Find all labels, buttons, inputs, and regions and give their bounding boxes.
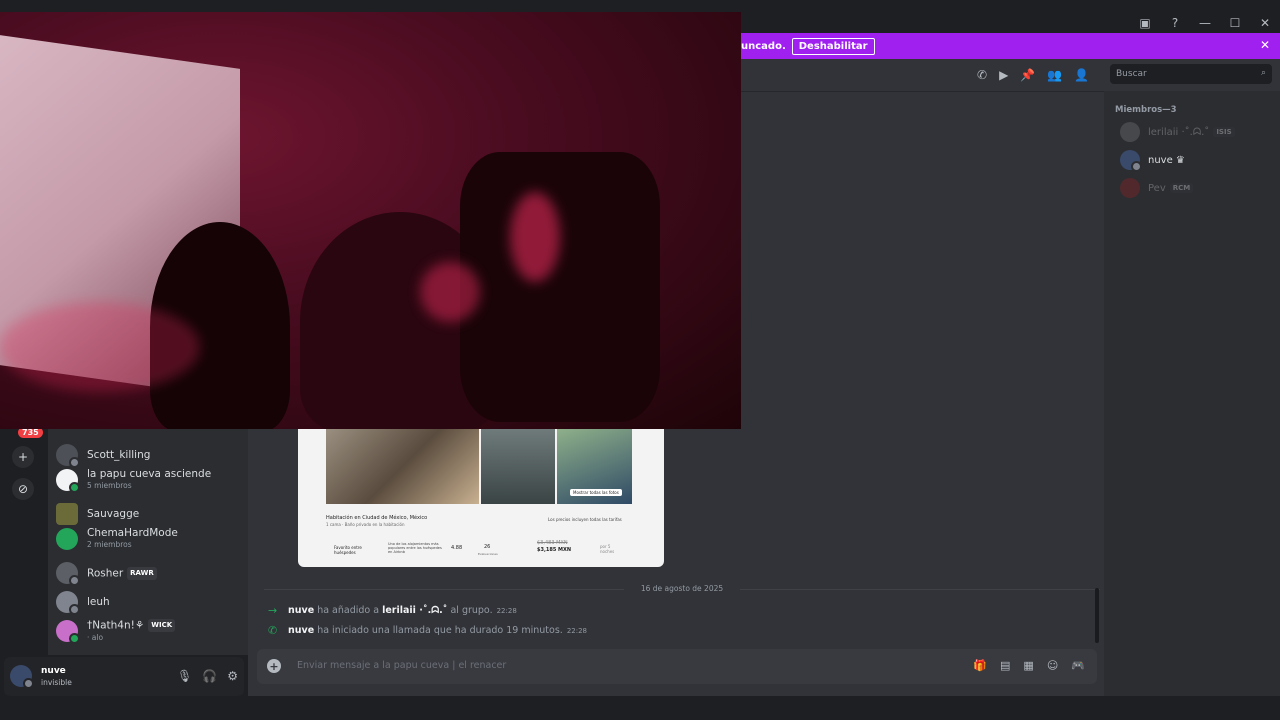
phone-icon: ✆ [268, 624, 278, 637]
screen-share-icon[interactable]: ▣ [1130, 16, 1160, 30]
message-composer[interactable]: + Enviar mensaje a la papu cueva | el re… [257, 649, 1097, 684]
date-divider: 16 de agosto de 2025 [264, 584, 1100, 593]
search-input[interactable]: Buscar ⌕ [1110, 64, 1272, 84]
call-icon[interactable]: ✆ [977, 68, 987, 82]
gear-icon[interactable]: ⚙ [227, 669, 238, 683]
search-icon: ⌕ [1260, 68, 1266, 78]
avatar [56, 591, 80, 615]
video-icon[interactable]: ▶ [999, 68, 1008, 82]
banner-text: uncado. [741, 40, 786, 52]
discord-app: ▣ ? — ☐ ✕ uncado. Deshabilitar ✕ + ⊘ 735… [0, 0, 1280, 720]
disable-button[interactable]: Deshabilitar [791, 37, 875, 55]
avatar [1120, 122, 1140, 142]
system-message: ✆ nuve ha iniciado una llamada que ha du… [268, 624, 587, 637]
list-item[interactable]: leuh [56, 589, 246, 615]
maximize-icon[interactable]: ☐ [1220, 16, 1250, 30]
member-item[interactable]: nuve ♛ [1120, 148, 1185, 172]
video-glow [0, 302, 200, 392]
avatar [56, 469, 80, 493]
avatar [56, 444, 80, 468]
member-list: Miembros—3 lerilaii ·˚.ᗣ.˚ ISIS nuve ♛ Pe… [1104, 91, 1280, 696]
video-glow [510, 192, 560, 282]
chat-header: ✆ ▶ 📌 👥 👤 Buscar ⌕ [741, 59, 1280, 92]
gif-icon[interactable]: ▤ [1000, 659, 1010, 672]
user-name: nuve [41, 666, 66, 676]
guild-tag: RAWR [127, 566, 157, 580]
apps-icon[interactable]: 🎮 [1071, 659, 1085, 672]
avatar [56, 528, 78, 550]
list-item[interactable]: la papu cueva asciende 5 miembros [56, 467, 246, 493]
camera-video-overlay[interactable] [0, 12, 741, 429]
avatar [56, 562, 80, 586]
member-item[interactable]: lerilaii ·˚.ᗣ.˚ ISIS [1120, 120, 1235, 144]
chat-scrollbar[interactable] [1095, 588, 1099, 643]
add-server-icon[interactable]: + [12, 446, 34, 468]
member-list-title: Miembros—3 [1115, 105, 1177, 115]
add-attachment-icon[interactable]: + [267, 659, 281, 673]
list-item[interactable]: Sauvagge [56, 501, 246, 527]
pin-icon[interactable]: 📌 [1020, 68, 1035, 82]
arrow-right-icon: → [268, 604, 278, 617]
system-message: → nuve ha añadido a lerilaii ·˚.ᗣ.˚ al g… [268, 604, 517, 617]
list-item[interactable]: ChemaHardMode 2 miembros [56, 526, 246, 552]
avatar[interactable] [10, 665, 34, 689]
member-item[interactable]: Pev RCM [1120, 176, 1194, 200]
members-icon[interactable]: 👤 [1074, 68, 1089, 82]
list-item[interactable]: †Nath4n!⚘ WICK · alo [56, 618, 246, 644]
discover-icon[interactable]: ⊘ [12, 478, 34, 500]
avatar [56, 503, 78, 525]
notice-banner: uncado. Deshabilitar ✕ [741, 33, 1280, 59]
avatar [1120, 178, 1140, 198]
message-input[interactable]: Enviar mensaje a la papu cueva | el rena… [297, 660, 506, 671]
list-item[interactable]: Rosher RAWR [56, 560, 246, 586]
show-photos-button: Mostrar todas las fotos [570, 489, 622, 496]
minimize-icon[interactable]: — [1190, 16, 1220, 30]
video-glow [420, 262, 480, 322]
room-photo [481, 429, 555, 504]
emoji-icon[interactable]: ☺ [1047, 659, 1058, 672]
banner-close-icon[interactable]: ✕ [1260, 38, 1270, 52]
guild-tag: RCM [1169, 182, 1194, 193]
avatar [56, 620, 80, 644]
user-status: invisible [41, 678, 72, 687]
gift-icon[interactable]: 🎁 [973, 659, 987, 672]
guild-tag: WICK [148, 619, 176, 632]
close-icon[interactable]: ✕ [1250, 16, 1280, 30]
user-panel: nuve invisible 🎙 🎧 ⚙ [4, 657, 244, 696]
video-figure [460, 152, 660, 422]
microphone-icon[interactable]: 🎙 [177, 669, 192, 683]
headphones-icon[interactable]: 🎧 [202, 669, 217, 683]
link-embed-image[interactable]: Mostrar todas las fotos Habitación en Ci… [298, 429, 664, 567]
avatar [1120, 150, 1142, 172]
list-item[interactable]: Scott_killing [56, 442, 246, 468]
room-photo [326, 429, 479, 504]
add-member-icon[interactable]: 👥 [1047, 68, 1062, 82]
guild-tag: ISIS [1213, 126, 1235, 137]
help-icon[interactable]: ? [1160, 16, 1190, 30]
sticker-icon[interactable]: ▦ [1023, 659, 1033, 672]
